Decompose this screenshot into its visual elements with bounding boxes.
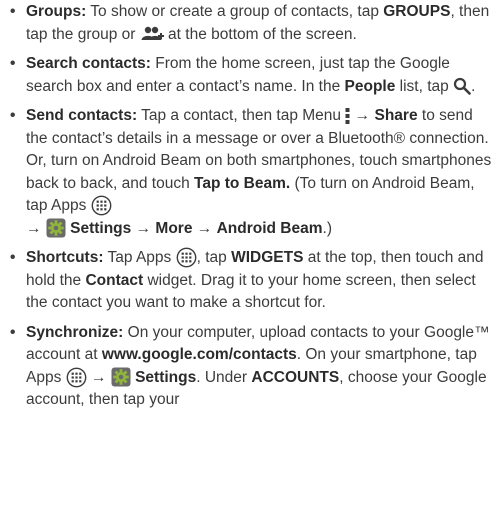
bullet: • — [10, 107, 16, 124]
tips-list: • Groups: To show or create a group of c… — [8, 1, 496, 412]
share-term: Share — [374, 107, 418, 124]
more-term: More — [155, 219, 193, 237]
bullet: • — [10, 323, 16, 341]
bullet: • — [10, 3, 16, 20]
item-label: Shortcuts: — [26, 249, 104, 266]
item-text: list, tap — [395, 77, 454, 95]
item-label: Groups: — [26, 3, 87, 20]
search-icon — [453, 78, 471, 96]
item-text: , tap — [196, 249, 232, 266]
groups-term: GROUPS — [383, 3, 451, 20]
bullet: • — [10, 249, 16, 266]
list-item-synchronize: • Synchronize: On your computer, upload … — [8, 322, 496, 412]
item-text: .) — [322, 219, 332, 237]
widgets-term: WIDGETS — [231, 249, 304, 266]
android-beam-term: Android Beam — [216, 219, 323, 237]
item-text: Tap Apps — [103, 249, 176, 266]
people-term: People — [344, 77, 396, 95]
item-text: → — [26, 219, 46, 237]
settings-term: Settings — [135, 368, 197, 386]
list-item-search-contacts: • Search contacts: From the home screen,… — [8, 53, 496, 98]
item-text: . Under — [196, 368, 252, 386]
apps-icon — [66, 367, 87, 388]
group-icon — [141, 27, 164, 41]
apps-icon — [91, 196, 112, 216]
item-label: Search contacts: — [26, 55, 151, 72]
google-contacts-url: www.google.com/contacts — [101, 346, 297, 363]
list-item-shortcuts: • Shortcuts: Tap Apps , tap WIDGETS at t… — [8, 247, 496, 315]
tap-to-beam-term: Tap to Beam. — [194, 174, 291, 192]
item-label: Send contacts: — [26, 107, 138, 124]
contact-term: Contact — [85, 271, 144, 289]
item-text: at the bottom of the screen. — [163, 25, 357, 43]
bullet: • — [10, 55, 16, 72]
settings-gear-icon — [46, 218, 66, 238]
item-label: Synchronize: — [26, 323, 124, 341]
item-text: → — [192, 219, 217, 237]
list-item-send-contacts: • Send contacts: Tap a contact, then tap… — [8, 105, 496, 240]
item-text: → — [86, 368, 111, 386]
apps-icon — [176, 248, 197, 268]
settings-term: Settings — [70, 219, 132, 237]
item-text: To show or create a group of contacts, t… — [86, 3, 384, 20]
item-text: . — [471, 77, 476, 95]
document-page: • Groups: To show or create a group of c… — [0, 0, 504, 412]
item-text: Tap a contact, then tap Menu — [137, 107, 346, 124]
accounts-term: ACCOUNTS — [251, 368, 340, 386]
list-item-groups: • Groups: To show or create a group of c… — [8, 1, 496, 46]
settings-gear-icon — [111, 367, 131, 387]
item-text: → — [131, 219, 156, 237]
item-text: → — [350, 107, 375, 124]
